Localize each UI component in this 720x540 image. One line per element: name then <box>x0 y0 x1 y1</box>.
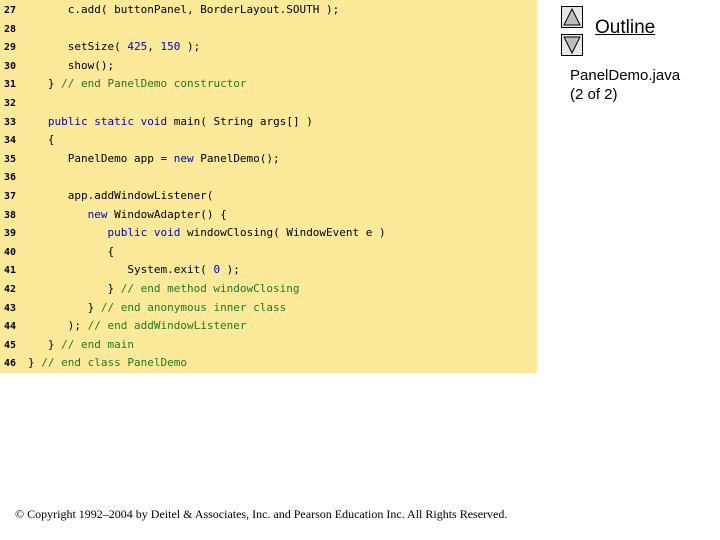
code-line: 27 c.add( buttonPanel, BorderLayout.SOUT… <box>0 1 339 19</box>
code-line: 44 ); // end addWindowListener <box>0 317 247 335</box>
line-number: 29 <box>4 42 17 54</box>
code-text: setSize( 425, 150 ); <box>28 40 201 54</box>
code-line: 33 public static void main( String args[… <box>0 113 313 131</box>
code-line: 34 { <box>0 131 55 149</box>
code-line: 41 System.exit( 0 ); <box>0 261 240 279</box>
code-line: 46 } // end class PanelDemo <box>0 354 187 372</box>
copyright-notice: © Copyright 1992–2004 by Deitel & Associ… <box>15 507 508 521</box>
line-number: 46 <box>4 358 17 370</box>
code-line: 38 new WindowAdapter() { <box>0 206 227 224</box>
code-line: 31 } // end PanelDemo constructor <box>0 75 247 93</box>
code-text: new WindowAdapter() { <box>87 207 227 221</box>
line-number: 33 <box>4 116 17 128</box>
line-number: 41 <box>4 265 17 277</box>
line-number: 44 <box>4 321 17 333</box>
line-number: 27 <box>4 5 17 16</box>
file-part: (2 of 2) <box>570 86 618 103</box>
code-line: 43 } // end anonymous inner class <box>0 299 286 317</box>
code-text: ); // end addWindowListener <box>28 319 247 333</box>
line-number: 35 <box>4 153 17 165</box>
code-text: } // end main <box>28 337 134 351</box>
line-number: 45 <box>4 339 17 351</box>
line-number: 31 <box>4 79 17 91</box>
code-text: show(); <box>28 58 115 72</box>
line-number: 28 <box>4 23 17 35</box>
code-text: } // end anonymous inner class <box>28 300 287 314</box>
line-number: 36 <box>4 172 17 184</box>
code-text: { <box>28 133 55 147</box>
next-slide-button[interactable] <box>561 34 583 56</box>
code-line: 35 PanelDemo app = new PanelDemo(); <box>0 150 280 168</box>
code-line: 42 } // end method windowClosing <box>0 280 300 298</box>
code-text: } // end PanelDemo constructor <box>28 77 247 91</box>
line-number: 39 <box>4 228 17 240</box>
code-line: 45 } // end main <box>0 336 134 354</box>
line-number: 34 <box>4 135 17 147</box>
file-name: PanelDemo.java <box>570 67 681 84</box>
code-text: System.exit( 0 ); <box>28 263 240 277</box>
code-line: 28 <box>0 20 28 38</box>
code-text: c.add( buttonPanel, BorderLayout.SOUTH )… <box>28 3 340 16</box>
code-line: 36 <box>0 168 28 186</box>
code-line: 39 public void windowClosing( WindowEven… <box>0 224 386 242</box>
triangle-down-icon <box>563 36 581 55</box>
code-text: public void windowClosing( WindowEvent e… <box>107 226 386 240</box>
previous-slide-button[interactable] <box>561 6 583 28</box>
code-text: PanelDemo app = new PanelDemo(); <box>28 151 280 165</box>
line-number: 42 <box>4 284 17 295</box>
code-text: public static void main( String args[] ) <box>47 114 313 128</box>
code-line: 30 show(); <box>0 57 114 75</box>
code-line: 32 <box>0 94 28 112</box>
file-caption: PanelDemo.java (2 of 2) <box>570 66 680 104</box>
line-number: 38 <box>4 209 17 221</box>
line-number: 37 <box>4 191 17 202</box>
code-line: 37 app.addWindowListener( <box>0 187 213 205</box>
code-text: app.addWindowListener( <box>28 189 214 202</box>
outline-link[interactable]: Outline <box>595 17 655 39</box>
line-number: 40 <box>4 246 17 258</box>
line-number: 43 <box>4 302 17 314</box>
code-listing-panel: 27 c.add( buttonPanel, BorderLayout.SOUT… <box>0 0 537 373</box>
code-text: } // end class PanelDemo <box>28 356 187 370</box>
code-line: 29 setSize( 425, 150 ); <box>0 38 200 56</box>
code-text: { <box>28 244 115 258</box>
triangle-up-icon <box>563 7 581 26</box>
code-line: 40 { <box>0 243 114 261</box>
line-number: 32 <box>4 98 17 109</box>
line-number: 30 <box>4 60 17 72</box>
code-text: } // end method windowClosing <box>28 282 300 295</box>
